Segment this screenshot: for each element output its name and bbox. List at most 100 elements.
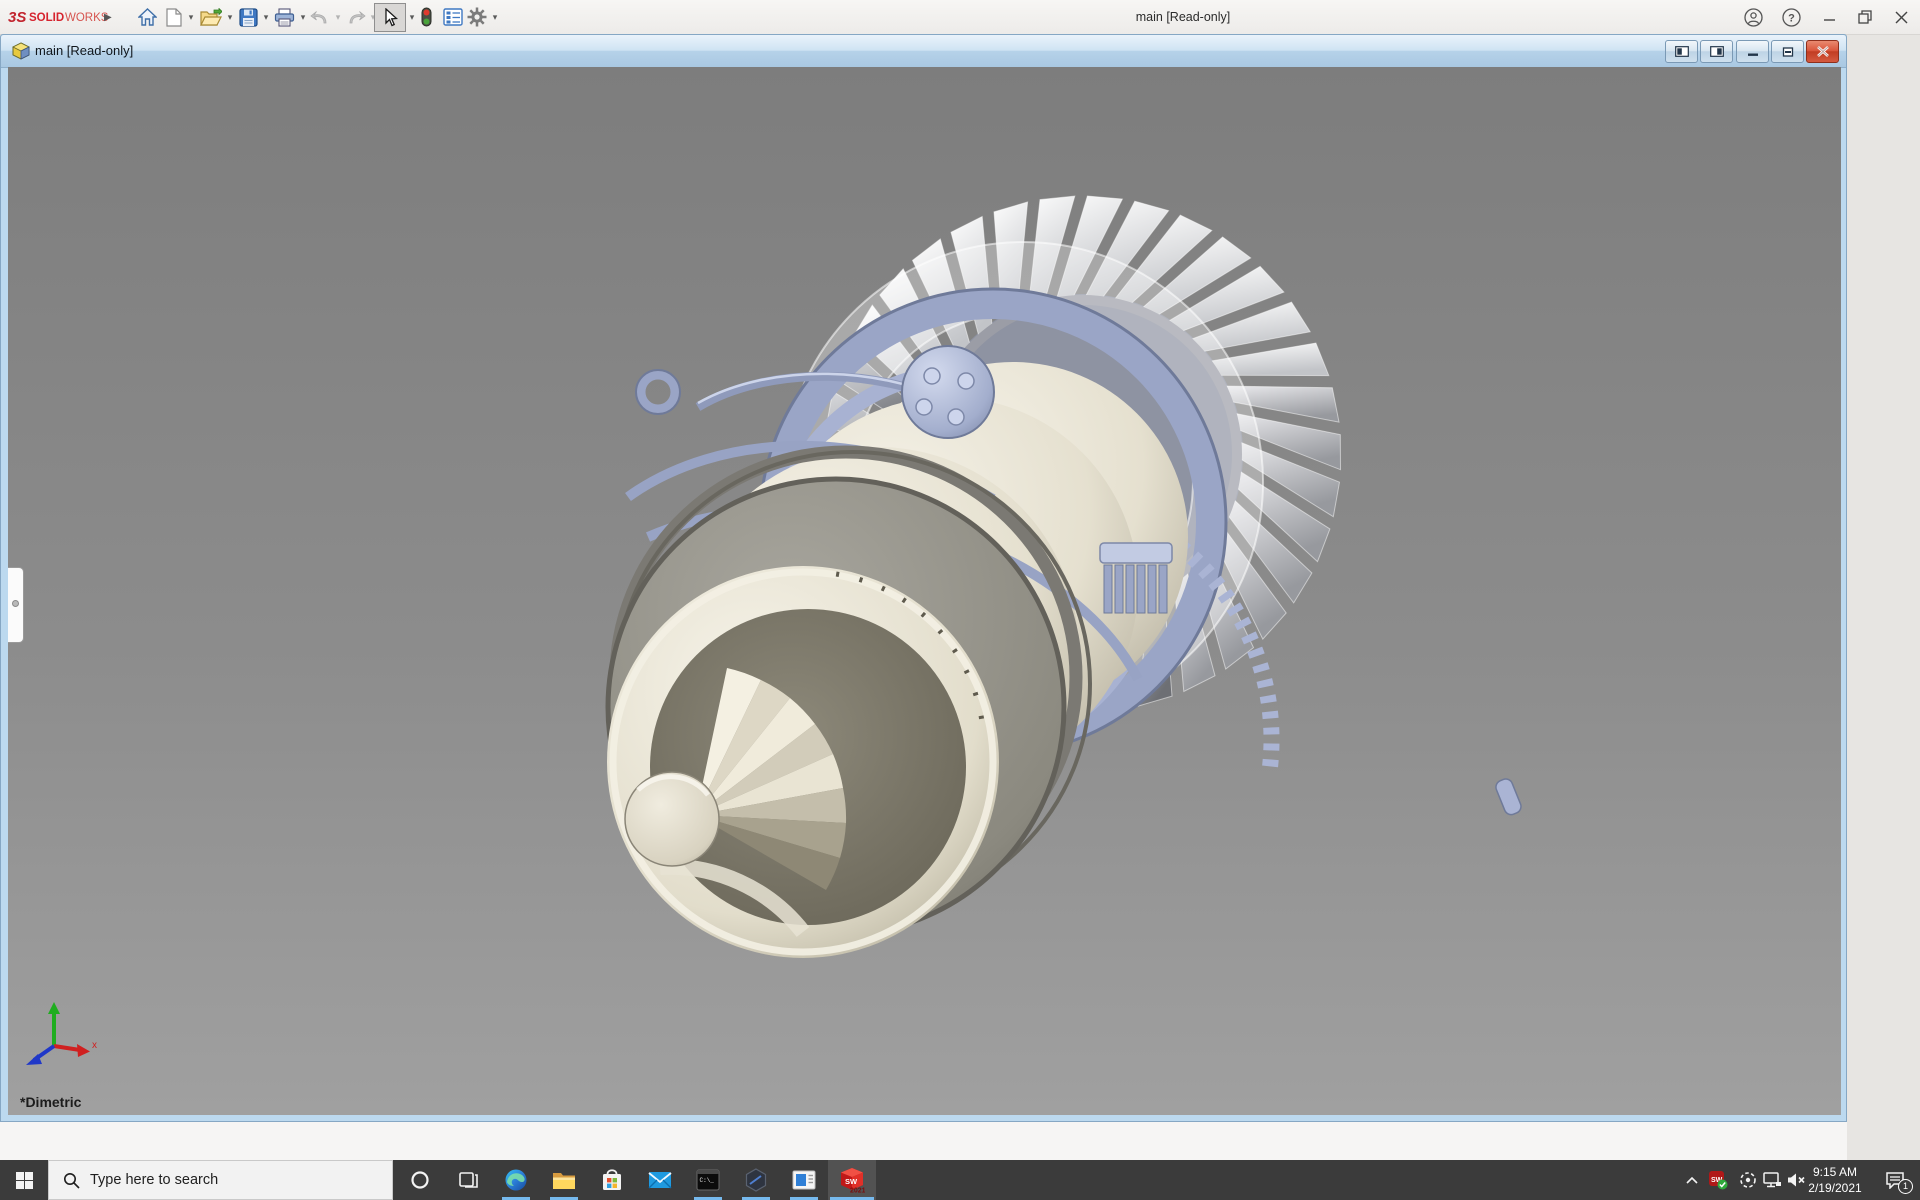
tray-meet-now-button[interactable] (1736, 1160, 1760, 1200)
tray-solidworks-monitor[interactable]: SW (1704, 1160, 1732, 1200)
tile-right-button[interactable] (1700, 40, 1733, 63)
notification-badge: 1 (1898, 1179, 1913, 1194)
svg-text:?: ? (1788, 12, 1795, 24)
tray-network-button[interactable] (1760, 1160, 1784, 1200)
child-restore-button[interactable] (1771, 40, 1804, 63)
taskbar-app-solidworks[interactable]: SW 2021 (828, 1160, 876, 1200)
options-list-button[interactable] (441, 6, 465, 28)
taskbar-app-file-explorer[interactable] (540, 1160, 588, 1200)
logo-expand-arrow-icon[interactable]: ▶ (104, 6, 112, 28)
print-icon (274, 8, 295, 27)
file-explorer-icon (552, 1169, 576, 1191)
hexagon-app-icon (744, 1168, 768, 1192)
child-minimize-button[interactable] (1736, 40, 1769, 63)
taskbar-app-edge[interactable] (492, 1160, 540, 1200)
logo-mark: 3S (8, 9, 26, 26)
taskbar-search-input[interactable]: Type here to search (48, 1160, 393, 1200)
undo-caret[interactable]: ▾ (333, 12, 343, 22)
home-icon (138, 8, 157, 26)
bolt-3 (948, 409, 964, 425)
new-document-icon (166, 8, 182, 27)
feature-tree-collapsed-tab[interactable] (8, 567, 24, 643)
chevron-up-icon (1686, 1176, 1698, 1184)
account-button[interactable] (1736, 0, 1770, 34)
search-icon (63, 1172, 80, 1189)
split-right-icon (1710, 46, 1724, 57)
undo-button[interactable] (309, 6, 331, 28)
sw-resource-monitor-icon: SW (1708, 1170, 1728, 1190)
tray-show-hidden-button[interactable] (1680, 1160, 1704, 1200)
taskbar: Type here to search (0, 1160, 1920, 1200)
select-tool-caret[interactable]: ▾ (407, 12, 417, 22)
settings-button[interactable] (466, 6, 488, 28)
tile-left-button[interactable] (1665, 40, 1698, 63)
home-button[interactable] (136, 6, 158, 28)
taskbar-app-store[interactable] (588, 1160, 636, 1200)
mount-tab-right (1494, 777, 1523, 817)
cortana-icon (410, 1170, 430, 1190)
logo-solid: SOLID (29, 12, 64, 24)
new-document-caret[interactable]: ▾ (186, 12, 196, 22)
rebuild-button[interactable] (418, 6, 434, 28)
action-center-button[interactable]: 1 (1876, 1160, 1914, 1200)
jet-engine-model[interactable] (8, 67, 1841, 1115)
new-document-button[interactable] (164, 6, 184, 28)
taskbar-app-hexagon-tool[interactable] (732, 1160, 780, 1200)
child-minimize-icon (1747, 47, 1759, 57)
document-titlebar[interactable]: main [Read-only] (1, 35, 1846, 68)
graphics-viewport[interactable]: x *Dimetric (8, 67, 1841, 1115)
mail-icon (648, 1170, 672, 1190)
close-icon (1895, 11, 1908, 24)
restore-button[interactable] (1848, 0, 1882, 34)
solidworks-app-icon: SW 2021 (839, 1167, 865, 1193)
minimize-button[interactable] (1812, 0, 1846, 34)
gear-icon (467, 7, 487, 27)
network-icon (1763, 1172, 1782, 1189)
print-caret[interactable]: ▾ (298, 12, 308, 22)
save-caret[interactable]: ▾ (261, 12, 271, 22)
print-button[interactable] (272, 6, 296, 28)
document-title: main [Read-only] (35, 35, 133, 67)
windows-logo-icon (16, 1172, 33, 1189)
restore-icon (1858, 10, 1872, 24)
sw-cube-letters: SW (845, 1177, 858, 1186)
redo-button[interactable] (345, 6, 367, 28)
solidworks-screen: 3S SOLID WORKS ▶ ▾ ▾ (0, 0, 1920, 1200)
undo-icon (310, 9, 330, 25)
tray-clock[interactable]: 9:15 AM 2/19/2021 (1800, 1160, 1870, 1200)
taskbar-app-command-prompt[interactable]: C:\_ (684, 1160, 732, 1200)
store-icon (601, 1168, 623, 1192)
window-app-icon (792, 1170, 816, 1190)
assembly-document-icon (11, 41, 31, 66)
cortana-button[interactable] (396, 1160, 444, 1200)
open-button[interactable] (199, 6, 223, 28)
help-button[interactable]: ? (1774, 0, 1808, 34)
settings-caret[interactable]: ▾ (490, 12, 500, 22)
split-left-icon (1675, 46, 1689, 57)
logo-works: WORKS (65, 12, 108, 24)
taskbar-app-window-tool[interactable] (780, 1160, 828, 1200)
bolt-flange-disc (902, 346, 994, 438)
bolt-4 (916, 399, 932, 415)
task-view-button[interactable] (444, 1160, 492, 1200)
close-button[interactable] (1884, 0, 1918, 34)
start-button[interactable] (0, 1160, 48, 1200)
select-tool-button[interactable] (374, 3, 406, 32)
dashed-circle-icon (1739, 1171, 1757, 1189)
help-icon: ? (1782, 8, 1801, 27)
child-close-button[interactable] (1806, 40, 1839, 63)
orientation-triad: x (22, 1000, 97, 1075)
main-window-title: main [Read-only] (1136, 0, 1231, 34)
open-caret[interactable]: ▾ (225, 12, 235, 22)
status-bar (0, 1122, 1847, 1160)
save-button[interactable] (237, 6, 259, 28)
redo-icon (346, 9, 366, 25)
triad-x-arrow (77, 1044, 90, 1057)
triad-x-label: x (92, 1040, 97, 1051)
solidworks-logo: 3S SOLID WORKS (8, 6, 108, 28)
triad-y-arrow (48, 1002, 60, 1014)
child-restore-icon (1782, 47, 1794, 57)
edge-icon (504, 1168, 528, 1192)
taskbar-app-mail[interactable] (636, 1160, 684, 1200)
clock-date: 2/19/2021 (1808, 1180, 1861, 1196)
